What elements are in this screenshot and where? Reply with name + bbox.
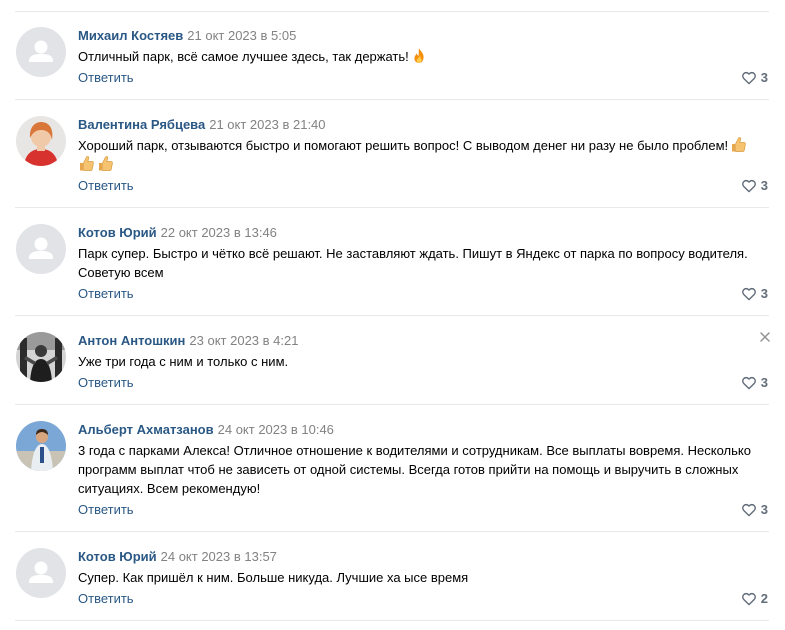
like-button[interactable]: 3	[741, 501, 768, 518]
like-count: 2	[760, 591, 768, 606]
author-name[interactable]: Котов Юрий	[78, 549, 157, 564]
avatar[interactable]	[16, 332, 66, 382]
reply-button[interactable]: Ответить	[78, 177, 134, 194]
user-photo-icon	[16, 332, 66, 382]
comment-item: Михаил Костяев 21 окт 2023 в 5:05 Отличны…	[0, 11, 785, 100]
author-name[interactable]: Альберт Ахматзанов	[78, 422, 214, 437]
comment-date[interactable]: 24 окт 2023 в 13:57	[161, 549, 277, 564]
comment-date[interactable]: 22 окт 2023 в 13:46	[161, 225, 277, 240]
avatar[interactable]	[16, 224, 66, 274]
divider	[15, 620, 769, 621]
avatar[interactable]	[16, 27, 66, 77]
comment-item: Альберт Ахматзанов 24 окт 2023 в 10:46 3 …	[0, 405, 785, 532]
reply-button[interactable]: Ответить	[78, 69, 134, 86]
like-button[interactable]: 3	[741, 69, 768, 86]
like-count: 3	[760, 178, 768, 193]
comment-item: Антон Антошкин 23 окт 2023 в 4:21 Уже три…	[0, 316, 785, 405]
close-icon[interactable]	[760, 332, 770, 342]
heart-icon	[741, 71, 756, 84]
author-name[interactable]: Михаил Костяев	[78, 28, 183, 43]
comment-header: Валентина Рябцева 21 окт 2023 в 21:40	[78, 116, 769, 133]
comment-content: Альберт Ахматзанов 24 окт 2023 в 10:46 3 …	[78, 421, 769, 498]
like-count: 3	[760, 286, 768, 301]
avatar[interactable]	[16, 421, 66, 471]
reply-button[interactable]: Ответить	[78, 501, 134, 518]
user-photo-icon	[16, 116, 66, 166]
thumbs-up-emoji-icon	[97, 155, 114, 172]
comment-date[interactable]: 21 окт 2023 в 21:40	[209, 117, 325, 132]
reply-button[interactable]: Ответить	[78, 374, 134, 391]
comment-content: Валентина Рябцева 21 окт 2023 в 21:40 Хор…	[78, 116, 769, 174]
author-name[interactable]: Валентина Рябцева	[78, 117, 205, 132]
like-button[interactable]: 3	[741, 177, 768, 194]
like-button[interactable]: 3	[741, 374, 768, 391]
comment-text: Хороший парк, отзываются быстро и помога…	[78, 136, 769, 174]
author-name[interactable]: Антон Антошкин	[78, 333, 185, 348]
user-photo-icon	[16, 421, 66, 471]
comment-text-body: Отличный парк, всё самое лучшее здесь, т…	[78, 49, 409, 64]
fire-emoji-icon	[411, 47, 427, 64]
comment-header: Антон Антошкин 23 окт 2023 в 4:21	[78, 332, 769, 349]
comment-text: Отличный парк, всё самое лучшее здесь, т…	[78, 47, 769, 66]
comment-header: Михаил Костяев 21 окт 2023 в 5:05	[78, 27, 769, 44]
like-count: 3	[760, 70, 768, 85]
reply-button[interactable]: Ответить	[78, 590, 134, 607]
comment-content: Михаил Костяев 21 окт 2023 в 5:05 Отличны…	[78, 27, 769, 66]
comment-header: Котов Юрий 22 окт 2023 в 13:46	[78, 224, 769, 241]
comment-text-body: Хороший парк, отзываются быстро и помога…	[78, 138, 729, 153]
like-button[interactable]: 2	[741, 590, 768, 607]
like-count: 3	[760, 375, 768, 390]
comment-text: Парк супер. Быстро и чётко всё решают. Н…	[78, 246, 748, 280]
comment-text: 3 года с парками Алекса! Отличное отноше…	[78, 443, 751, 496]
comment-date[interactable]: 24 окт 2023 в 10:46	[218, 422, 334, 437]
default-avatar-icon	[16, 548, 66, 598]
default-avatar-icon	[16, 224, 66, 274]
comment-content: Котов Юрий 24 окт 2023 в 13:57 Супер. Как…	[78, 548, 769, 587]
heart-icon	[741, 287, 756, 300]
comment-item: Котов Юрий 24 окт 2023 в 13:57 Супер. Как…	[0, 532, 785, 621]
like-count: 3	[760, 502, 768, 517]
heart-icon	[741, 503, 756, 516]
comment-date[interactable]: 23 окт 2023 в 4:21	[189, 333, 298, 348]
default-avatar-icon	[16, 27, 66, 77]
comment-item: Котов Юрий 22 окт 2023 в 13:46 Парк супер…	[0, 208, 785, 316]
like-button[interactable]: 3	[741, 285, 768, 302]
comment-header: Котов Юрий 24 окт 2023 в 13:57	[78, 548, 769, 565]
comment-item: Валентина Рябцева 21 окт 2023 в 21:40 Хор…	[0, 100, 785, 208]
avatar[interactable]	[16, 116, 66, 166]
author-name[interactable]: Котов Юрий	[78, 225, 157, 240]
comment-text: Уже три года с ним и только с ним.	[78, 354, 289, 369]
thumbs-up-emoji-icon	[730, 136, 747, 153]
comment-header: Альберт Ахматзанов 24 окт 2023 в 10:46	[78, 421, 769, 438]
heart-icon	[741, 179, 756, 192]
reply-button[interactable]: Ответить	[78, 285, 134, 302]
avatar[interactable]	[16, 548, 66, 598]
heart-icon	[741, 592, 756, 605]
comment-content: Антон Антошкин 23 окт 2023 в 4:21 Уже три…	[78, 332, 769, 371]
comment-text: Супер. Как пришёл к ним. Больше никуда. …	[78, 570, 469, 585]
comment-content: Котов Юрий 22 окт 2023 в 13:46 Парк супер…	[78, 224, 769, 282]
comment-date[interactable]: 21 окт 2023 в 5:05	[187, 28, 296, 43]
thumbs-up-emoji-icon	[78, 155, 95, 172]
heart-icon	[741, 376, 756, 389]
